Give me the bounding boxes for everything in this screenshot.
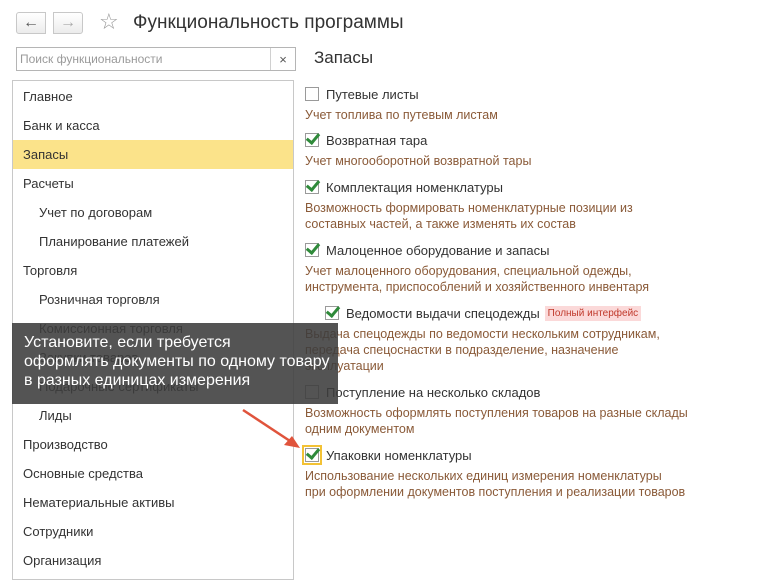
- forward-button[interactable]: →: [53, 12, 83, 34]
- sidebar-item[interactable]: Основные средства: [13, 459, 293, 488]
- option-label: Путевые листы: [326, 86, 419, 102]
- option-description: Выдача спецодежды по ведомости нескольки…: [305, 327, 660, 341]
- option-checkbox-row[interactable]: Ведомости выдачи спецодежды Полный интерф…: [325, 304, 642, 322]
- hint-line: оформлять документы по одному товару: [24, 353, 330, 370]
- checkbox-checked-icon[interactable]: [305, 133, 319, 147]
- sidebar-item[interactable]: Учет по договорам: [13, 198, 293, 227]
- sidebar-item[interactable]: Расчеты: [13, 169, 293, 198]
- sidebar-item[interactable]: Нематериальные активы: [13, 488, 293, 517]
- option-checkbox-row[interactable]: Комплектация номенклатуры: [305, 178, 503, 196]
- sidebar-item[interactable]: Планирование платежей: [13, 227, 293, 256]
- section-title: Запасы: [314, 48, 374, 67]
- arrow-right-icon: →: [60, 14, 76, 31]
- option-description: при оформлении документов поступления и …: [305, 485, 686, 499]
- sidebar-item[interactable]: Торговля: [13, 256, 293, 285]
- clear-search-button[interactable]: ×: [270, 48, 295, 70]
- close-icon: ×: [279, 51, 287, 67]
- checkbox-checked-icon[interactable]: [305, 243, 319, 257]
- option-checkbox-row[interactable]: Возвратная тара: [305, 131, 427, 149]
- option-description: передача спецоснастки в подразделение, н…: [305, 343, 619, 357]
- search-box: ×: [16, 47, 296, 71]
- option-label: Возвратная тара: [326, 132, 428, 148]
- option-checkbox-row[interactable]: Упаковки номенклатуры: [302, 445, 472, 465]
- option-label: Комплектация номенклатуры: [326, 179, 503, 195]
- sidebar-item[interactable]: Запасы: [13, 140, 293, 169]
- option-description: инструмента, приспособлений и хозяйствен…: [305, 280, 650, 294]
- sidebar-item[interactable]: Банк и касса: [13, 111, 293, 140]
- star-icon[interactable]: ☆: [99, 10, 119, 34]
- hint-tooltip: Установите, если требуется оформлять док…: [12, 323, 338, 404]
- option-description: Возможность формировать номенклатурные п…: [305, 201, 633, 215]
- page-title: Функциональность программы: [133, 12, 404, 33]
- back-button[interactable]: ←: [16, 12, 46, 34]
- checkbox-checked-icon[interactable]: [302, 445, 322, 465]
- option-description: составных частей, а также изменять их со…: [305, 217, 576, 231]
- hint-line: в разных единицах измерения: [24, 372, 251, 389]
- option-description: Использование нескольких единиц измерени…: [305, 469, 662, 483]
- option-description: одним документом: [305, 422, 415, 436]
- hint-line: Установите, если требуется: [24, 334, 231, 351]
- option-description: Учет многооборотной возвратной тары: [305, 154, 532, 168]
- option-checkbox-row[interactable]: Малоценное оборудование и запасы: [305, 241, 549, 259]
- option-label: Поступление на несколько складов: [326, 384, 541, 400]
- option-label: Упаковки номенклатуры: [326, 447, 472, 463]
- sidebar-item[interactable]: Сотрудники: [13, 517, 293, 546]
- option-label: Ведомости выдачи спецодежды: [346, 305, 540, 321]
- sidebar-item[interactable]: Лиды: [13, 401, 293, 430]
- option-checkbox-row[interactable]: Путевые листы: [305, 85, 419, 103]
- interface-badge: Полный интерфейс: [544, 305, 642, 321]
- sidebar-item[interactable]: Организация: [13, 546, 293, 575]
- checkbox-checked-icon[interactable]: [325, 306, 339, 320]
- option-description: Учет малоценного оборудования, специальн…: [305, 264, 632, 278]
- sidebar-item[interactable]: Розничная торговля: [13, 285, 293, 314]
- arrow-left-icon: ←: [23, 14, 39, 31]
- option-checkbox-row[interactable]: Поступление на несколько складов: [305, 383, 540, 401]
- sidebar-item[interactable]: Главное: [13, 82, 293, 111]
- checkbox-checked-icon[interactable]: [305, 180, 319, 194]
- option-description: Учет топлива по путевым листам: [305, 108, 498, 122]
- checkbox-icon[interactable]: [305, 87, 319, 101]
- option-description: Возможность оформлять поступления товаро…: [305, 406, 688, 420]
- sidebar-item[interactable]: Производство: [13, 430, 293, 459]
- option-label: Малоценное оборудование и запасы: [326, 242, 550, 258]
- search-input[interactable]: [17, 48, 270, 70]
